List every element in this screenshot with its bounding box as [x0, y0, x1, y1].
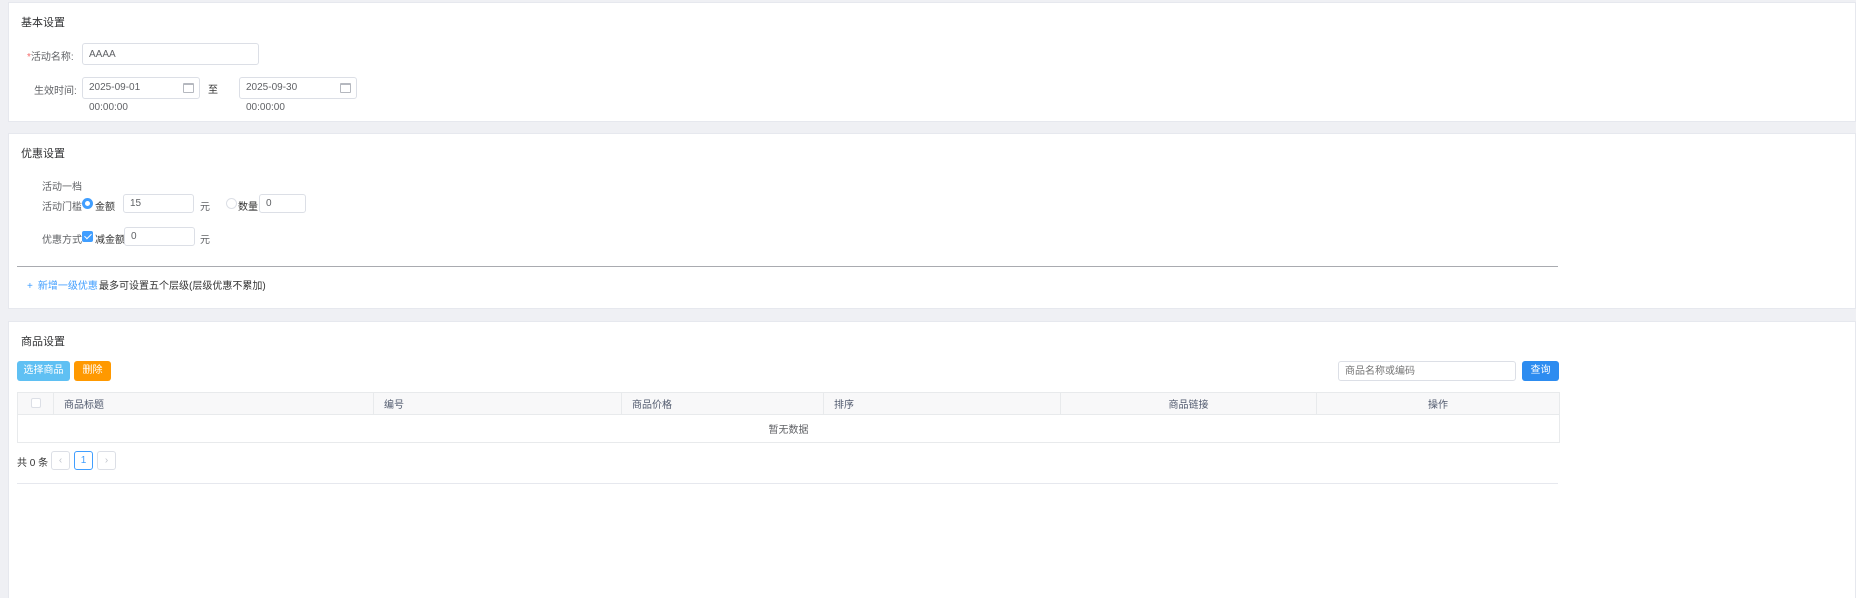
quantity-option-label[interactable]: 数量: [238, 198, 258, 213]
reduce-unit: 元: [200, 235, 210, 246]
threshold-label: 活动门槛: [42, 202, 82, 213]
amount-input[interactable]: [123, 194, 194, 213]
select-all-cell[interactable]: [17, 392, 54, 415]
plus-icon: +: [27, 281, 33, 292]
select-goods-button[interactable]: 选择商品: [17, 361, 70, 381]
reduce-amount-input[interactable]: [124, 227, 195, 246]
delete-button[interactable]: 删除: [74, 361, 111, 381]
discount-settings-title: 优惠设置: [21, 148, 65, 160]
column-header: 编号: [373, 392, 622, 415]
bottom-divider: [17, 483, 1558, 484]
basic-settings-title: 基本设置: [21, 17, 65, 29]
empty-text: 暂无数据: [17, 414, 1560, 443]
basic-settings-card: 基本设置 *活动名称: 生效时间: 2025-09-01 00:00:00 至 …: [8, 2, 1856, 122]
page-number-button[interactable]: 1: [74, 451, 93, 470]
empty-row: 暂无数据: [17, 414, 1560, 443]
discount-settings-card: 优惠设置 活动一档 活动门槛 金额 元 数量 优惠方式 减金额 元 +新增一级优…: [8, 133, 1856, 309]
amount-radio[interactable]: [82, 198, 93, 209]
quantity-input[interactable]: [259, 194, 306, 213]
column-header: 商品标题: [53, 392, 374, 415]
prev-page-button[interactable]: ‹: [51, 451, 70, 470]
next-page-button[interactable]: ›: [97, 451, 116, 470]
effective-time-label: 生效时间:: [34, 86, 77, 97]
chevron-right-icon: ›: [104, 455, 109, 466]
tier-label: 活动一档: [42, 182, 82, 193]
quantity-radio[interactable]: [226, 198, 237, 209]
goods-settings-title: 商品设置: [21, 336, 65, 348]
calendar-icon: [183, 83, 194, 93]
query-button[interactable]: 查询: [1522, 361, 1559, 381]
to-label: 至: [208, 85, 218, 96]
activity-name-label: *活动名称:: [27, 52, 74, 63]
reduce-option-label[interactable]: 减金额: [95, 231, 125, 246]
reduce-amount-checkbox[interactable]: [82, 231, 93, 242]
chevron-left-icon: ‹: [58, 455, 63, 466]
column-header: 商品链接: [1060, 392, 1317, 415]
goods-settings-card: 商品设置 选择商品 删除 查询 商品标题 编号 商品价格 排序 商品链接 操作 …: [8, 321, 1856, 598]
amount-unit: 元: [200, 202, 210, 213]
activity-name-input[interactable]: [82, 43, 259, 65]
amount-option-label[interactable]: 金额: [95, 198, 115, 213]
start-time-picker[interactable]: 2025-09-01 00:00:00: [82, 77, 200, 113]
select-all-checkbox[interactable]: [30, 398, 41, 409]
table-header-row: 商品标题 编号 商品价格 排序 商品链接 操作: [17, 392, 1560, 415]
method-label: 优惠方式: [42, 235, 82, 246]
add-tier-hint: 最多可设置五个层级(层级优惠不累加): [99, 281, 266, 292]
calendar-icon: [340, 83, 351, 93]
column-header: 操作: [1316, 392, 1560, 415]
goods-table: 商品标题 编号 商品价格 排序 商品链接 操作 暂无数据: [17, 392, 1560, 443]
tier-divider: [17, 266, 1558, 267]
start-time-value: 2025-09-01 00:00:00: [89, 82, 141, 113]
column-header: 商品价格: [621, 392, 824, 415]
add-tier-link[interactable]: + 新增一级优惠: [27, 277, 98, 292]
total-count: 共 0 条: [17, 458, 49, 469]
end-time-value: 2025-09-30 00:00:00: [246, 82, 298, 113]
goods-search-input[interactable]: [1338, 361, 1516, 381]
end-time-picker[interactable]: 2025-09-30 00:00:00: [239, 77, 357, 113]
column-header: 排序: [823, 392, 1061, 415]
